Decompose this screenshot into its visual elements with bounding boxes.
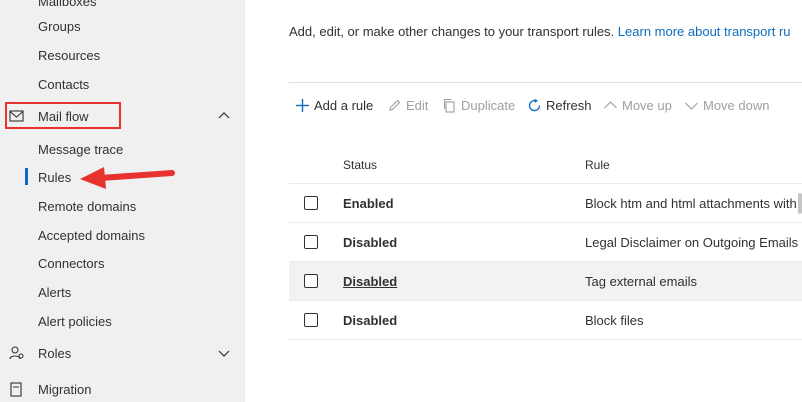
table-row[interactable]: Disabled Block files [289,301,802,340]
page-description: Add, edit, or make other changes to your… [289,24,791,39]
row-checkbox[interactable] [304,313,318,327]
annotation-highlight-box [5,102,121,129]
sidebar-item-resources[interactable]: Resources [0,42,245,68]
rules-table: Status Rule Enabled Block htm and html a… [289,146,802,340]
sidebar-item-label: Groups [38,18,81,34]
table-row[interactable]: Disabled Legal Disclaimer on Outgoing Em… [289,223,802,262]
main-content: Add, edit, or make other changes to your… [245,0,802,402]
sidebar-item-label: Resources [38,47,101,63]
sidebar-item-roles[interactable]: Roles [0,340,245,366]
chevron-up-icon [603,98,618,113]
sidebar-item-label: Contacts [38,76,90,92]
sidebar-item-groups[interactable]: Groups [0,13,245,39]
move-down-label: Move down [703,97,770,113]
add-rule-button[interactable]: Add a rule [295,96,373,114]
table-row[interactable]: Enabled Block htm and html attachments w… [289,184,802,223]
annotation-arrow-icon [80,167,175,189]
pencil-icon [387,98,402,113]
row-rule-name: Legal Disclaimer on Outgoing Emails [585,235,799,250]
refresh-label: Refresh [546,97,592,113]
migration-icon [8,381,26,397]
active-indicator [25,168,28,185]
duplicate-label: Duplicate [461,97,516,113]
sidebar-item-label: Remote domains [38,198,137,214]
chevron-down-icon[interactable] [217,347,231,359]
sidebar-item-label: Roles [38,345,72,361]
edit-label: Edit [406,97,429,113]
add-rule-label: Add a rule [314,97,374,113]
sidebar-item-label: Alert policies [38,313,112,329]
sidebar-item-remote-domains[interactable]: Remote domains [0,193,245,219]
row-status[interactable]: Disabled [343,274,397,289]
plus-icon [295,98,310,113]
row-checkbox[interactable] [304,235,318,249]
refresh-icon [527,98,542,113]
sidebar-nav: Mailboxes Groups Resources Contacts Mail… [0,0,245,402]
command-bar: Add a rule Edit Duplicate Refresh Move u [289,82,802,123]
move-down-button[interactable]: Move down [684,96,769,114]
row-rule-name: Tag external emails [585,274,697,289]
move-up-label: Move up [622,97,672,113]
duplicate-button[interactable]: Duplicate [442,96,515,114]
move-up-button[interactable]: Move up [603,96,672,114]
sidebar-item-migration[interactable]: Migration [0,376,245,402]
table-header: Status Rule [289,146,802,184]
sidebar-item-label: Connectors [38,255,105,271]
sidebar-item-connectors[interactable]: Connectors [0,250,245,276]
sidebar-item-label: Message trace [38,141,124,157]
chevron-up-icon[interactable] [217,110,231,122]
description-text: Add, edit, or make other changes to your… [289,24,618,39]
row-scroll-indicator [798,193,802,214]
sidebar-item-label: Migration [38,381,92,397]
row-status: Disabled [343,235,398,250]
edit-button[interactable]: Edit [387,96,428,114]
sidebar-item-label: Alerts [38,284,72,300]
sidebar-item-alerts[interactable]: Alerts [0,279,245,305]
sidebar-item-label: Mailboxes [38,0,97,9]
row-checkbox[interactable] [304,274,318,288]
sidebar-item-label: Accepted domains [38,227,145,243]
sidebar-item-alert-policies[interactable]: Alert policies [0,308,245,334]
row-status: Enabled [343,196,394,211]
row-rule-name: Block files [585,313,644,328]
learn-more-link[interactable]: Learn more about transport ru [618,24,791,39]
table-row[interactable]: Disabled Tag external emails [289,262,802,301]
sidebar-item-message-trace[interactable]: Message trace [0,136,245,162]
chevron-down-icon [684,98,699,113]
sidebar-item-accepted-domains[interactable]: Accepted domains [0,222,245,248]
sidebar-item-label: Rules [38,169,72,185]
row-checkbox[interactable] [304,196,318,210]
column-header-rule[interactable]: Rule [585,158,610,172]
row-status: Disabled [343,313,398,328]
copy-icon [442,98,457,113]
row-rule-name: Block htm and html attachments with [585,196,797,211]
sidebar-item-contacts[interactable]: Contacts [0,71,245,97]
column-header-status[interactable]: Status [343,158,377,172]
refresh-button[interactable]: Refresh [527,96,592,114]
roles-icon [8,345,26,361]
